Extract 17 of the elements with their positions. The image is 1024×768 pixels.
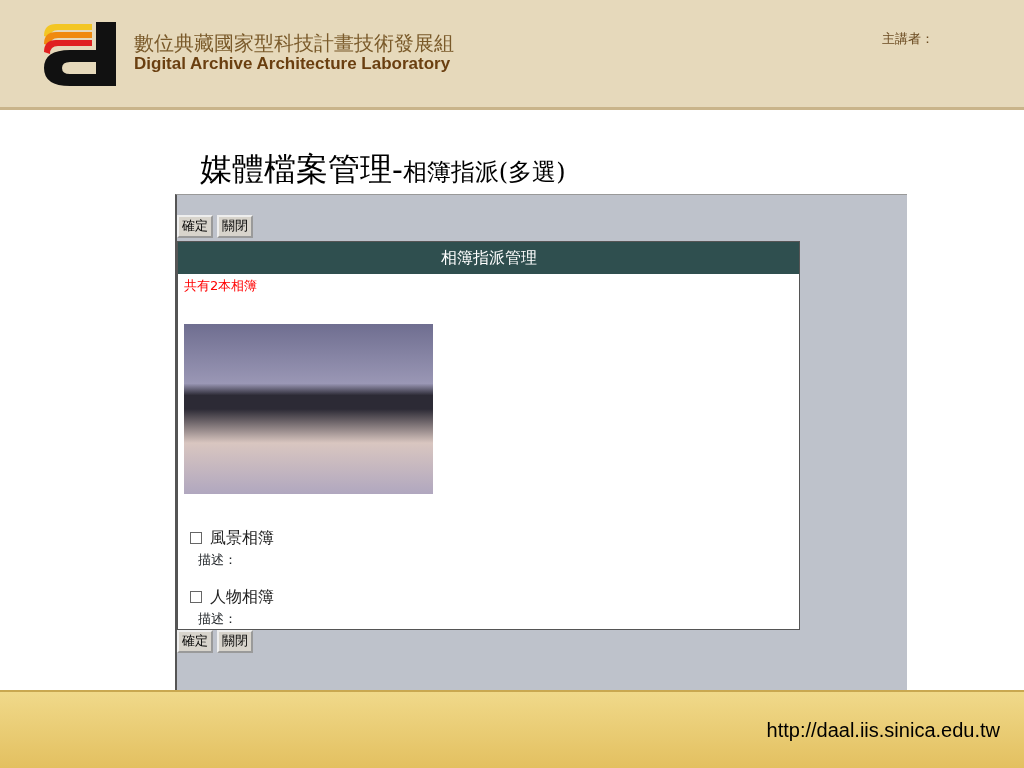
organization-name: Digital Archive Architecture Laboratory bbox=[134, 54, 452, 75]
checkbox[interactable] bbox=[190, 591, 202, 604]
panel-title: 相簿指派管理 bbox=[178, 242, 799, 275]
speaker-label: 主講者： bbox=[882, 29, 934, 48]
checkbox[interactable] bbox=[190, 531, 202, 544]
organization-name: 數位典藏國家型科技計畫技術發展組 bbox=[134, 32, 454, 55]
form-button[interactable]: 關閉 bbox=[217, 215, 253, 239]
slide-title: 媒體檔案管理-相簿指派(多選) bbox=[200, 150, 567, 189]
album-name: 人物相簿 bbox=[210, 586, 274, 609]
album-count: 共有2本相簿 bbox=[183, 277, 259, 296]
description-label: 描述： bbox=[198, 610, 238, 629]
description-label: 描述： bbox=[198, 550, 238, 569]
form-button[interactable]: 確定 bbox=[177, 215, 213, 239]
form-button[interactable]: 確定 bbox=[177, 629, 213, 653]
form-button[interactable]: 關閉 bbox=[217, 629, 253, 653]
album-name: 風景相簿 bbox=[210, 526, 274, 549]
website-url: http://daal.iis.sinica.edu.tw bbox=[766, 718, 1000, 743]
